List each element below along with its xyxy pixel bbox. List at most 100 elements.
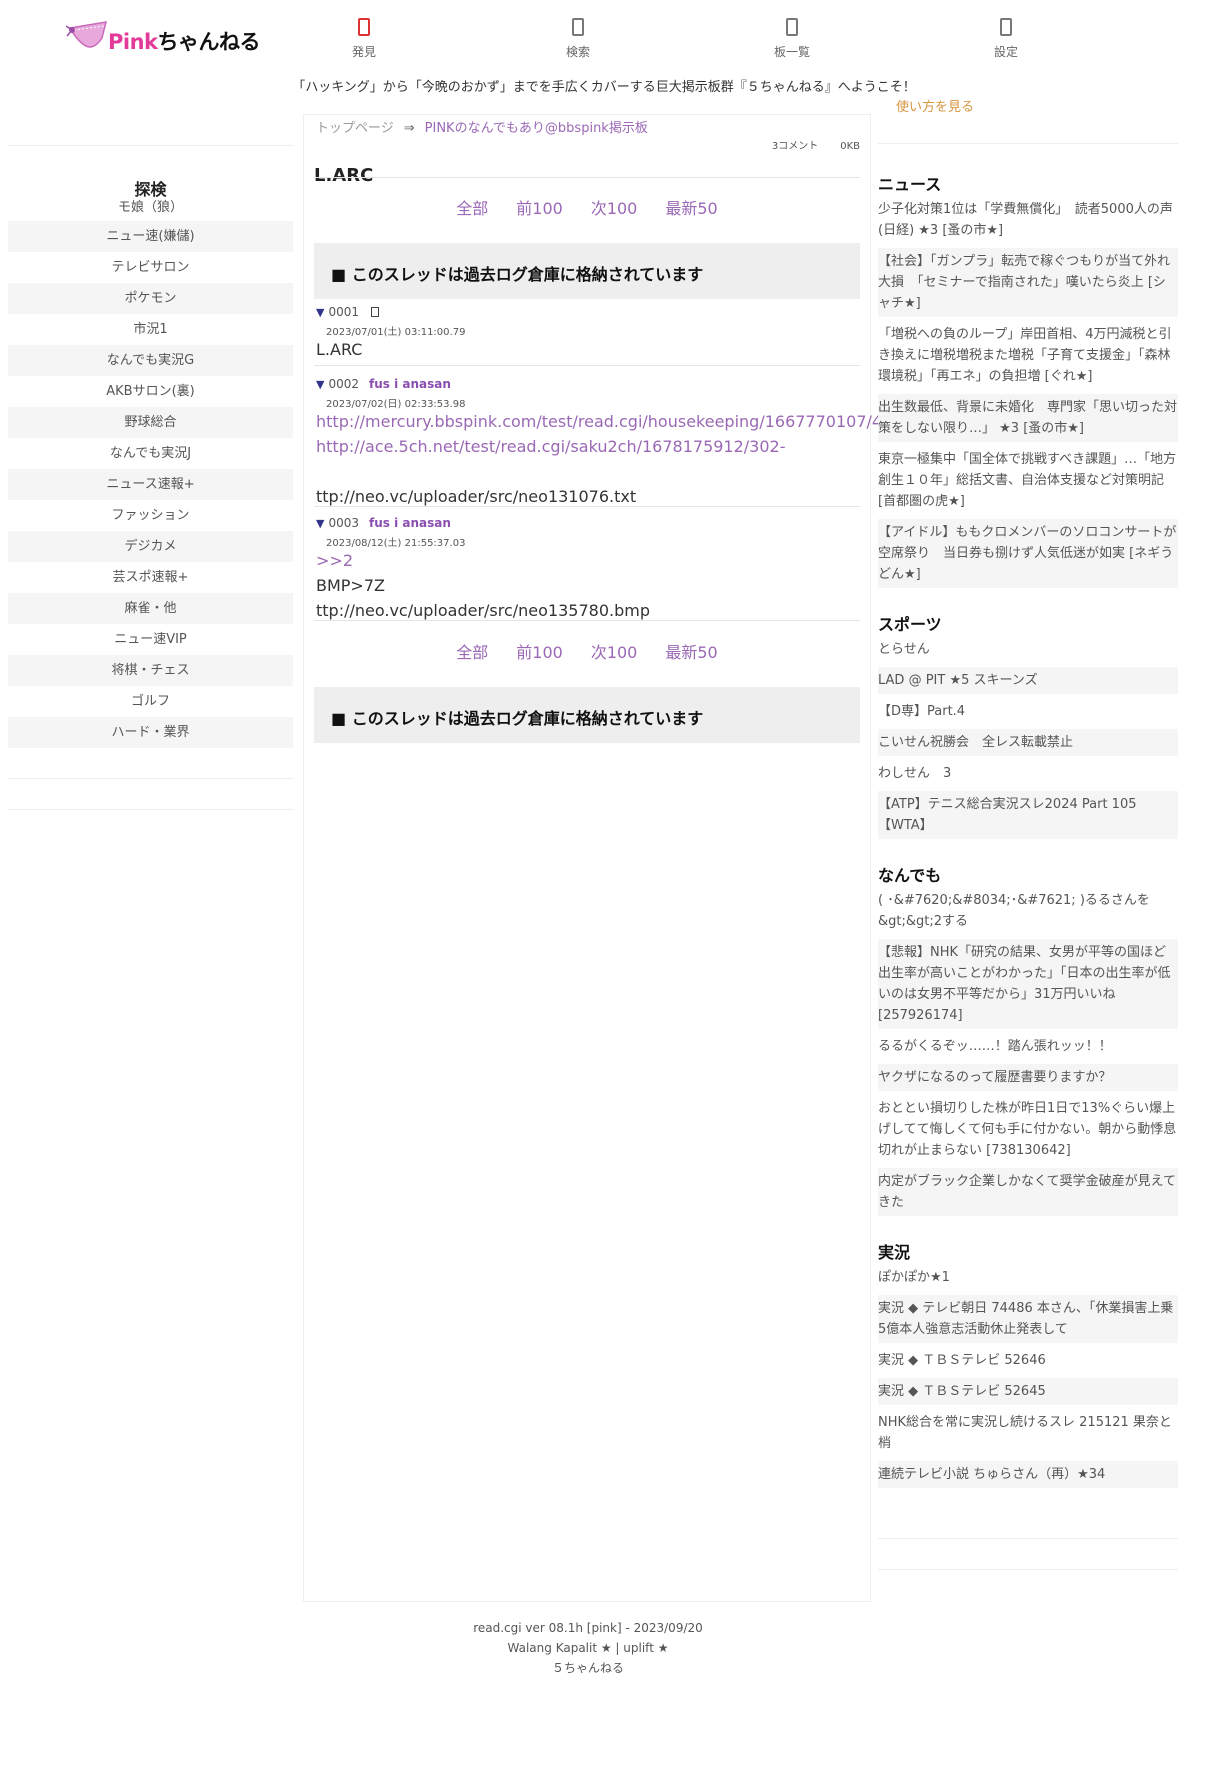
pager-all[interactable]: 全部 <box>456 199 488 218</box>
news-item[interactable]: 出生数最低、背景に未婚化 専門家「思い切った対策をしない限り…」 ★3 [蚤の市… <box>878 394 1178 442</box>
board-link[interactable]: なんでも実況J <box>8 438 293 469</box>
anything-item[interactable]: るるがくるぞッ……！踏ん張れッッ！！ <box>878 1033 1178 1060</box>
live-item[interactable]: 連続テレビ小説 ちゅらさん（再）★34 <box>878 1461 1178 1488</box>
footer-version: read.cgi ver 08.1h [pink] - 2023/09/20 <box>473 1621 703 1635</box>
post-body: L.ARC <box>316 337 860 362</box>
divider <box>878 1538 1178 1539</box>
divider <box>878 1569 1178 1570</box>
board-link[interactable]: 野球総合 <box>8 407 293 438</box>
board-link[interactable]: ポケモン <box>8 283 293 314</box>
post-header: ▼ 0002 fus i anasan <box>316 376 860 392</box>
live-item[interactable]: ぽかぽか★1 <box>878 1264 1178 1291</box>
news-item[interactable]: 「増税への負のループ」岸田首相、4万円減税と引き換えに増税増税また増税「子育て支… <box>878 321 1178 390</box>
board-link[interactable]: 市況1 <box>8 314 293 345</box>
board-link[interactable]: デジカメ <box>8 531 293 562</box>
nav-settings-label: 設定 <box>993 45 1018 59</box>
divider <box>314 365 860 366</box>
thread-meta: 3コメント 0KB <box>772 137 860 152</box>
post-number[interactable]: 0002 <box>328 377 359 391</box>
nav-discover[interactable]: 発見 <box>319 18 409 60</box>
sports-item[interactable]: こいせん祝勝会 全レス転載禁止 <box>878 729 1178 756</box>
post-date: 2023/08/12(土) 21:55:37.03 <box>326 538 466 549</box>
nav-board-list[interactable]: 板一覧 <box>747 18 837 60</box>
pager-latest[interactable]: 最新50 <box>665 199 717 218</box>
footer-credits: Walang Kapalit ★ | uplift ★ <box>507 1641 669 1655</box>
sports-section: スポーツ とらせん LAD @ PIT ★5 スキーンズ 【D専】Part.4 … <box>878 614 1178 839</box>
board-link[interactable]: なんでも実況G <box>8 345 293 376</box>
sports-item[interactable]: 【ATP】テニス総合実況スレ2024 Part 105【WTA】 <box>878 791 1178 839</box>
live-item[interactable]: 実況 ◆ テレビ朝日 74486 本さん、「休業損害上乗5億本人強意志活動休止発… <box>878 1295 1178 1343</box>
sports-title: スポーツ <box>878 615 942 634</box>
pager-bottom: 全部 前100 次100 最新50 <box>304 639 870 663</box>
nav-discover-label: 発見 <box>351 45 376 59</box>
post: ▼ 0001 2023/07/01(土) 03:11:00.79 L.ARC <box>316 304 860 362</box>
post: ▼ 0003 fus i anasan 2023/08/12(土) 21:55:37… <box>316 515 860 623</box>
post-body: >>2 BMP>7Z ttp://neo.vc/uploader/src/neo… <box>316 548 860 623</box>
live-item[interactable]: NHK総合を常に実況し続けるスレ 215121 果奈と梢 <box>878 1409 1178 1457</box>
board-link[interactable]: ゴルフ <box>8 686 293 717</box>
board-link[interactable]: ハード・業界 <box>8 717 293 748</box>
nav-board-list-label: 板一覧 <box>773 45 810 59</box>
post-number[interactable]: 0003 <box>328 516 359 530</box>
board-link[interactable]: モ娘（狼） <box>8 198 293 221</box>
pager-top: 全部 前100 次100 最新50 <box>304 195 870 219</box>
left-sidebar: 探検 モ娘（狼） ニュー速(嫌儲) テレビサロン ポケモン 市況1 なんでも実況… <box>8 145 293 810</box>
anything-list: ( ･&#7620;&#8034;･&#7621; )るるさんを&gt;&gt;… <box>878 887 1178 1216</box>
board-link[interactable]: AKBサロン(裏) <box>8 376 293 407</box>
anything-title: なんでも <box>878 866 942 885</box>
board-link[interactable]: ニュー速VIP <box>8 624 293 655</box>
divider <box>8 809 293 810</box>
expand-triangle-icon[interactable]: ▼ <box>316 306 324 319</box>
news-item[interactable]: 【アイドル】ももクロメンバーのソロコンサートが空席祭り 当日券も捌けず人気低迷が… <box>878 519 1178 588</box>
nav-search[interactable]: 検索 <box>533 18 623 60</box>
divider <box>8 145 293 146</box>
sports-item[interactable]: LAD @ PIT ★5 スキーンズ <box>878 667 1178 694</box>
live-item[interactable]: 実況 ◆ ＴＢＳテレビ 52646 <box>878 1347 1178 1374</box>
pager-prev[interactable]: 前100 <box>516 643 563 662</box>
footer-site-name: ５ちゃんねる <box>551 1661 624 1675</box>
pager-next[interactable]: 次100 <box>591 199 638 218</box>
breadcrumb-top[interactable]: トップページ <box>316 121 394 136</box>
anything-item[interactable]: ヤクザになるのって履歴書要りますか？ <box>878 1064 1178 1091</box>
anything-item[interactable]: 内定がブラック企業しかなくて奨学金破産が見えてきた <box>878 1168 1178 1216</box>
board-link[interactable]: 将棋・チェス <box>8 655 293 686</box>
board-link[interactable]: 麻雀・他 <box>8 593 293 624</box>
nav-settings[interactable]: 設定 <box>961 18 1051 60</box>
pager-next[interactable]: 次100 <box>591 643 638 662</box>
welcome-text: 「ハッキング」から「今晩のおかず」までを手広くカバーする巨大掲示板群『５ちゃんね… <box>292 80 916 95</box>
anything-item[interactable]: おととい損切りした株が昨日1日で13%ぐらい爆上げしてて悔しくて何も手に付かない… <box>878 1095 1178 1164</box>
pager-latest[interactable]: 最新50 <box>665 643 717 662</box>
anything-item[interactable]: ( ･&#7620;&#8034;･&#7621; )るるさんを&gt;&gt;… <box>878 887 1178 935</box>
sports-item[interactable]: 【D専】Part.4 <box>878 698 1178 725</box>
anything-item[interactable]: 【悲報】NHK「研究の結果、女男が平等の国ほど出生率が高いことがわかった」「日本… <box>878 939 1178 1029</box>
board-link[interactable]: 芸スポ速報+ <box>8 562 293 593</box>
news-item[interactable]: 【社会】「ガンプラ」転売で稼ぐつもりが当て外れ大損 「セミナーで指南された」嘆い… <box>878 248 1178 317</box>
breadcrumb-arrow-icon: ⇒ <box>403 121 415 136</box>
logo-text: Pinkちゃんねる <box>108 26 261 56</box>
post-link[interactable]: http://mercury.bbspink.com/test/read.cgi… <box>316 409 908 434</box>
board-link[interactable]: ニュース速報+ <box>8 469 293 500</box>
board-link[interactable]: ニュー速(嫌儲) <box>8 221 293 252</box>
post-date: 2023/07/01(土) 03:11:00.79 <box>326 327 466 338</box>
board-link[interactable]: テレビサロン <box>8 252 293 283</box>
post-link[interactable]: http://ace.5ch.net/test/read.cgi/saku2ch… <box>316 434 860 459</box>
expand-triangle-icon[interactable]: ▼ <box>316 378 324 391</box>
board-link[interactable]: ファッション <box>8 500 293 531</box>
news-list: 少子化対策1位は「学費無償化」 読者5000人の声(日経) ★3 [蚤の市★] … <box>878 196 1178 588</box>
breadcrumb-board[interactable]: PINKのなんでもあり@bbspink掲示板 <box>425 121 648 136</box>
sports-item[interactable]: わしせん 3 <box>878 760 1178 787</box>
howto-link[interactable]: 使い方を見る <box>896 96 974 115</box>
news-item[interactable]: 東京一極集中「国全体で挑戦すべき課題」…「地方創生１０年」総括文書、自治体支援な… <box>878 446 1178 515</box>
pager-prev[interactable]: 前100 <box>516 199 563 218</box>
thread-title: L.ARC <box>314 165 374 186</box>
divider <box>878 143 1178 144</box>
site-logo[interactable]: Pinkちゃんねる <box>65 16 261 62</box>
post-anchor-link[interactable]: >>2 <box>316 548 860 573</box>
thread-size: 0KB <box>840 141 860 152</box>
pager-all[interactable]: 全部 <box>456 643 488 662</box>
news-item[interactable]: 少子化対策1位は「学費無償化」 読者5000人の声(日経) ★3 [蚤の市★] <box>878 196 1178 244</box>
live-item[interactable]: 実況 ◆ ＴＢＳテレビ 52645 <box>878 1378 1178 1405</box>
post-number[interactable]: 0001 <box>328 305 359 319</box>
expand-triangle-icon[interactable]: ▼ <box>316 517 324 530</box>
sports-item[interactable]: とらせん <box>878 636 1178 663</box>
